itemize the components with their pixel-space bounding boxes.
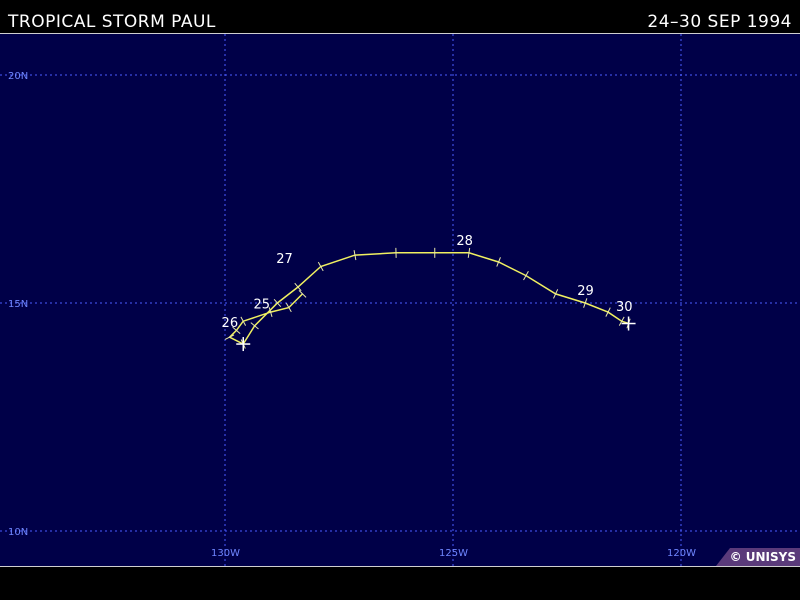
- track-map: 20N 15N 10N 130W 125W 120W 25 26 27 28 29 30: [0, 33, 800, 567]
- track-date-label: 26: [222, 316, 239, 331]
- track-position-tick: [523, 271, 529, 281]
- map-canvas: 20N 15N 10N 130W 125W 120W 25 26 27 28 29 30: [0, 34, 800, 566]
- lon-label: 125W: [439, 548, 468, 559]
- unisys-credit: © UNISYS: [716, 548, 800, 566]
- lon-label: 130W: [211, 548, 240, 559]
- track-date-label: 29: [577, 284, 594, 299]
- date-range: 24–30 SEP 1994: [647, 12, 792, 32]
- lat-label: 20N: [8, 71, 28, 82]
- track-date-label: 28: [456, 234, 473, 249]
- lat-label: 15N: [8, 299, 28, 310]
- track-date-label: 30: [616, 300, 633, 315]
- track-date-label: 25: [253, 298, 270, 313]
- lat-label: 10N: [8, 527, 28, 538]
- lon-label: 120W: [667, 548, 696, 559]
- storm-title: TROPICAL STORM PAUL: [8, 12, 216, 32]
- track-position-tick: [467, 247, 471, 258]
- track-date-label: 27: [276, 252, 293, 267]
